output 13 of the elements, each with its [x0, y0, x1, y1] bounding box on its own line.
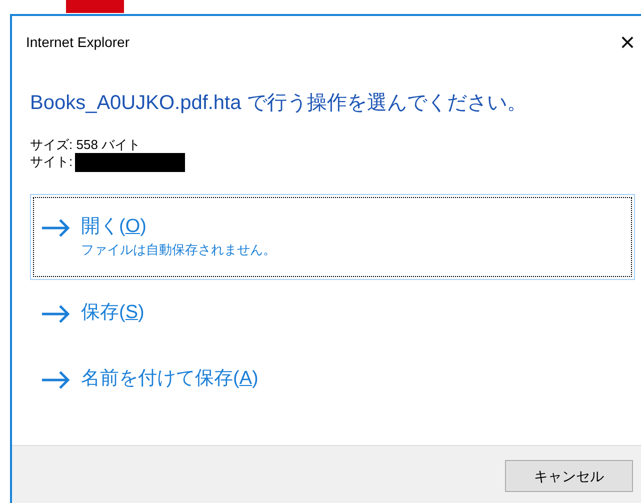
- arrow-icon: [41, 370, 71, 389]
- detail-label: サイト:: [30, 154, 73, 169]
- detail-value: 558 バイト: [75, 137, 141, 152]
- detail-label: サイズ:: [30, 137, 73, 152]
- option-note: ファイルは自動保存されません。: [81, 241, 276, 260]
- close-button[interactable]: ×: [620, 29, 635, 55]
- dialog-heading: Books_A0UJKO.pdf.hta で行う操作を選んでください。: [30, 91, 528, 116]
- window-title: Internet Explorer: [26, 32, 130, 52]
- option-button[interactable]: 開く(O) ファイルは自動保存されません。: [30, 194, 635, 280]
- arrow-icon: [41, 304, 71, 323]
- background-fragment: [66, 0, 124, 13]
- cancel-button[interactable]: キャンセル: [505, 460, 633, 492]
- arrow-icon: [41, 219, 71, 238]
